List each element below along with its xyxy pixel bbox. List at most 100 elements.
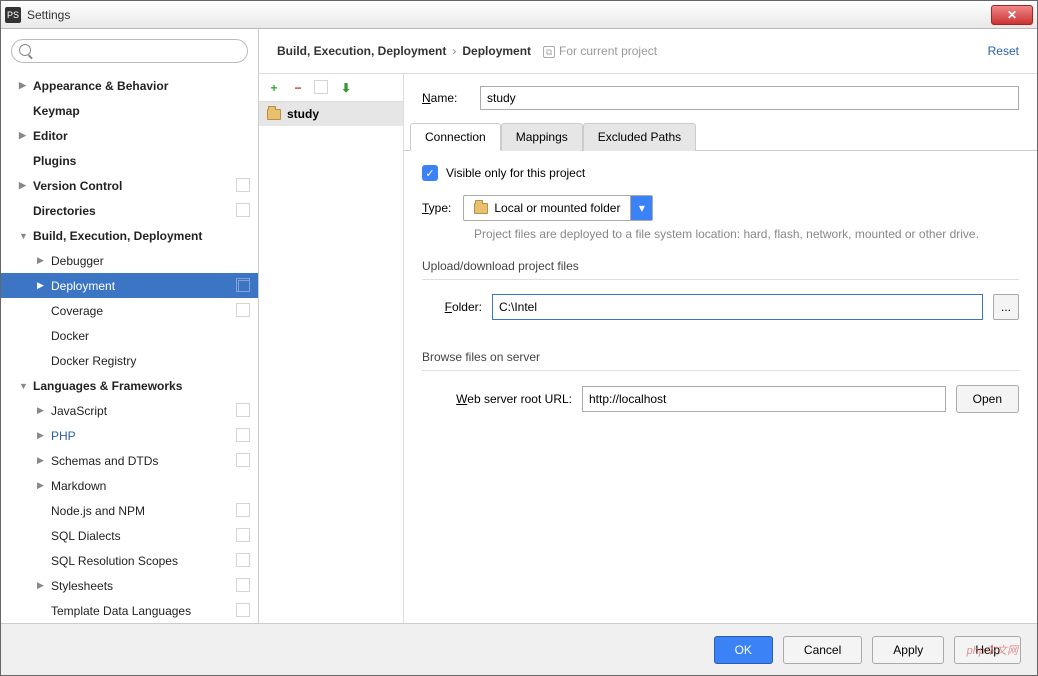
sidebar-item-label: Coverage <box>51 304 238 318</box>
sidebar-item-template-data-languages[interactable]: Template Data Languages <box>1 598 258 623</box>
type-select[interactable]: Local or mounted folder ▾ <box>463 195 653 221</box>
cancel-button[interactable]: Cancel <box>783 636 862 664</box>
folder-icon <box>474 203 488 214</box>
sidebar-item-label: Debugger <box>51 254 250 268</box>
sidebar-item-docker-registry[interactable]: Docker Registry <box>1 348 258 373</box>
expand-arrow-icon: ▶ <box>37 430 47 441</box>
visible-only-checkbox[interactable]: ✓ <box>422 165 438 181</box>
browse-button[interactable]: ... <box>993 294 1019 320</box>
sidebar-item-schemas-and-dtds[interactable]: ▶ Schemas and DTDs <box>1 448 258 473</box>
browse-section-title: Browse files on server <box>422 350 1019 364</box>
open-button[interactable]: Open <box>956 385 1019 413</box>
folder-icon <box>267 109 281 120</box>
expand-arrow-icon: ▶ <box>37 455 47 466</box>
tab-body-connection: ✓ Visible only for this project Type: Lo… <box>404 151 1037 447</box>
sidebar-item-php[interactable]: ▶ PHP <box>1 423 258 448</box>
breadcrumb: Build, Execution, Deployment › Deploymen… <box>259 29 1037 73</box>
sidebar-item-node-js-and-npm[interactable]: Node.js and NPM <box>1 498 258 523</box>
expand-arrow-icon: ▶ <box>19 80 29 91</box>
scope-icon <box>238 405 250 417</box>
sidebar-item-label: Template Data Languages <box>51 604 238 618</box>
sidebar-item-label: Stylesheets <box>51 579 238 593</box>
form-column: Name: Connection Mappings Excluded Paths… <box>404 74 1037 623</box>
sidebar-item-label: Version Control <box>33 179 238 193</box>
sidebar-item-label: Docker <box>51 329 250 343</box>
remove-icon[interactable]: − <box>291 81 305 95</box>
tab-connection[interactable]: Connection <box>410 123 501 151</box>
url-label: Web server root URL: <box>422 392 572 406</box>
upload-section-title: Upload/download project files <box>422 259 1019 273</box>
sidebar-item-languages-frameworks[interactable]: ▼Languages & Frameworks <box>1 373 258 398</box>
sidebar-item-label: Deployment <box>51 279 238 293</box>
scope-hint: ⧉For current project <box>543 44 657 58</box>
settings-tree[interactable]: ▶ Appearance & Behavior Keymap ▶EditorPlugi… <box>1 73 258 623</box>
sidebar-item-label: Markdown <box>51 479 250 493</box>
sidebar-item-markdown[interactable]: ▶ Markdown <box>1 473 258 498</box>
sidebar-item-debugger[interactable]: ▶Debugger <box>1 248 258 273</box>
copy-icon[interactable] <box>315 81 329 95</box>
sidebar-item-sql-dialects[interactable]: SQL Dialects <box>1 523 258 548</box>
name-input[interactable] <box>480 86 1019 110</box>
check-icon[interactable]: ⬇ <box>339 81 353 95</box>
sidebar-item-label: Directories <box>33 204 238 218</box>
main-panel: Build, Execution, Deployment › Deploymen… <box>259 29 1037 623</box>
window-title: Settings <box>27 8 991 22</box>
sidebar-item-label: Appearance & Behavior <box>33 79 250 93</box>
sidebar-item-appearance-behavior[interactable]: ▶ Appearance & Behavior <box>1 73 258 98</box>
sidebar-item-editor[interactable]: ▶Editor <box>1 123 258 148</box>
sidebar-item-plugins[interactable]: Plugins <box>1 148 258 173</box>
scope-icon <box>238 430 250 442</box>
scope-icon <box>238 205 250 217</box>
chevron-down-icon[interactable]: ▾ <box>630 196 652 220</box>
reset-link[interactable]: Reset <box>988 44 1019 58</box>
name-label: Name: <box>422 91 468 105</box>
sidebar-item-javascript[interactable]: ▶JavaScript <box>1 398 258 423</box>
sidebar-item-label: JavaScript <box>51 404 238 418</box>
sidebar-item-label: Build, Execution, Deployment <box>33 229 250 243</box>
url-input[interactable] <box>582 386 946 412</box>
tab-mappings[interactable]: Mappings <box>501 123 583 151</box>
type-label: Type: <box>422 201 451 215</box>
deployment-list-column: + − ⬇ study <box>259 74 404 623</box>
sidebar-item-directories[interactable]: Directories <box>1 198 258 223</box>
sidebar-item-docker[interactable]: Docker <box>1 323 258 348</box>
sidebar-item-label: SQL Dialects <box>51 529 238 543</box>
tab-excluded-paths[interactable]: Excluded Paths <box>583 123 696 151</box>
sidebar-item-build-execution-deployment[interactable]: ▼Build, Execution, Deployment <box>1 223 258 248</box>
search-input[interactable] <box>11 39 248 63</box>
ok-button[interactable]: OK <box>714 636 773 664</box>
titlebar[interactable]: PS Settings ✕ <box>1 1 1037 29</box>
sidebar-item-sql-resolution-scopes[interactable]: SQL Resolution Scopes <box>1 548 258 573</box>
close-button[interactable]: ✕ <box>991 5 1033 25</box>
sidebar-item-version-control[interactable]: ▶ Version Control <box>1 173 258 198</box>
expand-arrow-icon: ▶ <box>37 480 47 491</box>
scope-icon <box>238 505 250 517</box>
sidebar-item-stylesheets[interactable]: ▶Stylesheets <box>1 573 258 598</box>
sidebar-item-deployment[interactable]: ▶Deployment <box>1 273 258 298</box>
sidebar-item-label: Languages & Frameworks <box>33 379 250 393</box>
apply-button[interactable]: Apply <box>872 636 944 664</box>
dialog-footer: OK Cancel Apply Help php中文网 <box>1 623 1037 675</box>
deployment-list-item[interactable]: study <box>259 102 403 126</box>
scope-icon <box>238 555 250 567</box>
add-icon[interactable]: + <box>267 81 281 95</box>
sidebar-item-label: Keymap <box>33 104 250 118</box>
expand-arrow-icon: ▶ <box>19 180 29 191</box>
folder-label: Folder: <box>422 300 482 314</box>
type-value: Local or mounted folder <box>494 201 620 215</box>
tabs: Connection Mappings Excluded Paths <box>404 122 1037 151</box>
scope-icon <box>238 580 250 592</box>
sidebar-item-label: Schemas and DTDs <box>51 454 238 468</box>
divider <box>422 370 1019 371</box>
content-area: ▶ Appearance & Behavior Keymap ▶EditorPlugi… <box>1 29 1037 623</box>
folder-input[interactable] <box>492 294 983 320</box>
breadcrumb-sep: › <box>452 44 456 58</box>
breadcrumb-root[interactable]: Build, Execution, Deployment <box>277 44 446 58</box>
sidebar-item-label: PHP <box>51 429 238 443</box>
sidebar-item-keymap[interactable]: Keymap <box>1 98 258 123</box>
scope-icon <box>238 530 250 542</box>
divider <box>422 279 1019 280</box>
sidebar-item-coverage[interactable]: Coverage <box>1 298 258 323</box>
sidebar-item-label: Docker Registry <box>51 354 250 368</box>
sidebar-item-label: Node.js and NPM <box>51 504 238 518</box>
